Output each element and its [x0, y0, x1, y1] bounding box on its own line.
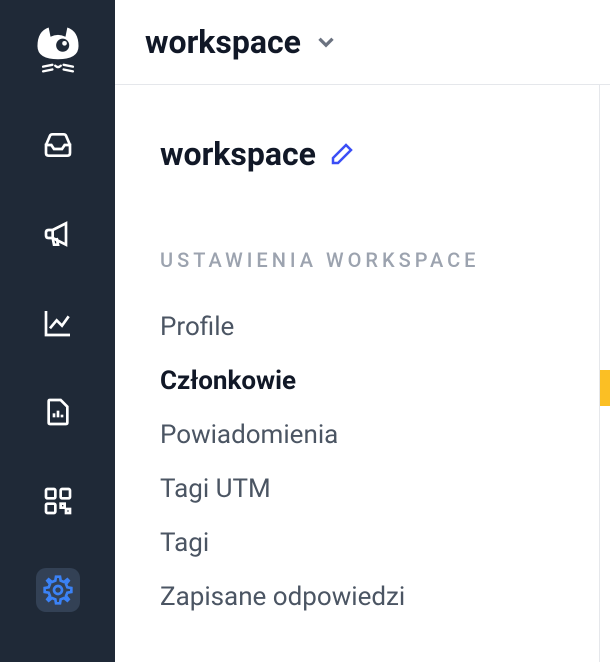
- settings-item-profile[interactable]: Profile: [160, 300, 554, 354]
- workspace-dropdown-label: workspace: [145, 23, 301, 61]
- chevron-down-icon: [313, 29, 339, 55]
- scrollbar-thumb[interactable]: [600, 370, 610, 406]
- megaphone-icon: [42, 218, 74, 250]
- inbox-icon: [42, 129, 74, 161]
- sidebar-item-settings[interactable]: [36, 568, 80, 612]
- sidebar-item-analytics[interactable]: [36, 301, 80, 345]
- workspace-dropdown[interactable]: workspace: [145, 23, 339, 61]
- settings-item-notifications[interactable]: Powiadomienia: [160, 408, 554, 462]
- file-chart-icon: [42, 396, 74, 428]
- settings-item-utm-tags[interactable]: Tagi UTM: [160, 462, 554, 516]
- pencil-icon: [330, 142, 354, 166]
- main-panel: workspace workspace USTAWIENIA WORKSPACE…: [115, 0, 610, 662]
- gear-icon: [42, 574, 74, 606]
- qr-icon: [42, 485, 74, 517]
- sidebar-item-integrations[interactable]: [36, 479, 80, 523]
- header: workspace: [115, 0, 610, 85]
- settings-item-saved-replies[interactable]: Zapisane odpowiedzi: [160, 570, 554, 624]
- sidebar-item-reports[interactable]: [36, 390, 80, 434]
- edit-workspace-button[interactable]: [330, 142, 354, 166]
- sidebar-item-inbox[interactable]: [36, 123, 80, 167]
- workspace-name-row: workspace: [160, 135, 554, 173]
- settings-list: Profile Członkowie Powiadomienia Tagi UT…: [160, 300, 554, 624]
- sidebar-item-announcements[interactable]: [36, 212, 80, 256]
- settings-item-members[interactable]: Członkowie: [160, 354, 554, 408]
- settings-content: workspace USTAWIENIA WORKSPACE Profile C…: [115, 85, 600, 662]
- settings-item-tags[interactable]: Tagi: [160, 516, 554, 570]
- primary-sidebar: [0, 0, 115, 662]
- settings-section-label: USTAWIENIA WORKSPACE: [160, 248, 554, 272]
- chart-line-icon: [42, 307, 74, 339]
- workspace-name: workspace: [160, 135, 316, 173]
- app-logo[interactable]: [28, 18, 88, 78]
